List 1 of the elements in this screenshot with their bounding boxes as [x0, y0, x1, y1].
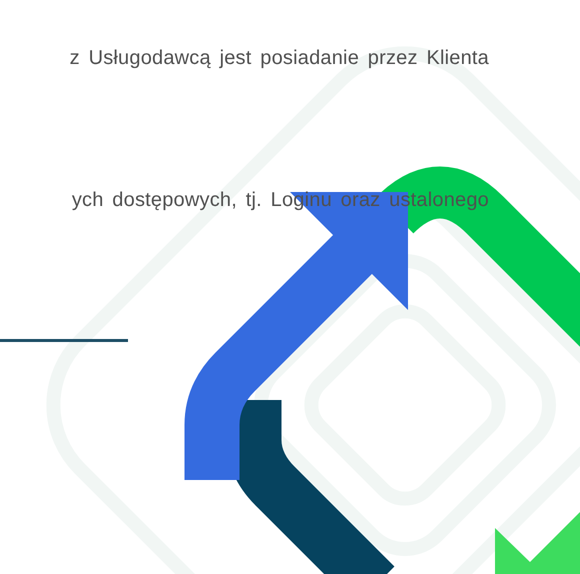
paragraph-text: z Usługodawcą jest posiadanie przez Klienta: [70, 46, 489, 71]
